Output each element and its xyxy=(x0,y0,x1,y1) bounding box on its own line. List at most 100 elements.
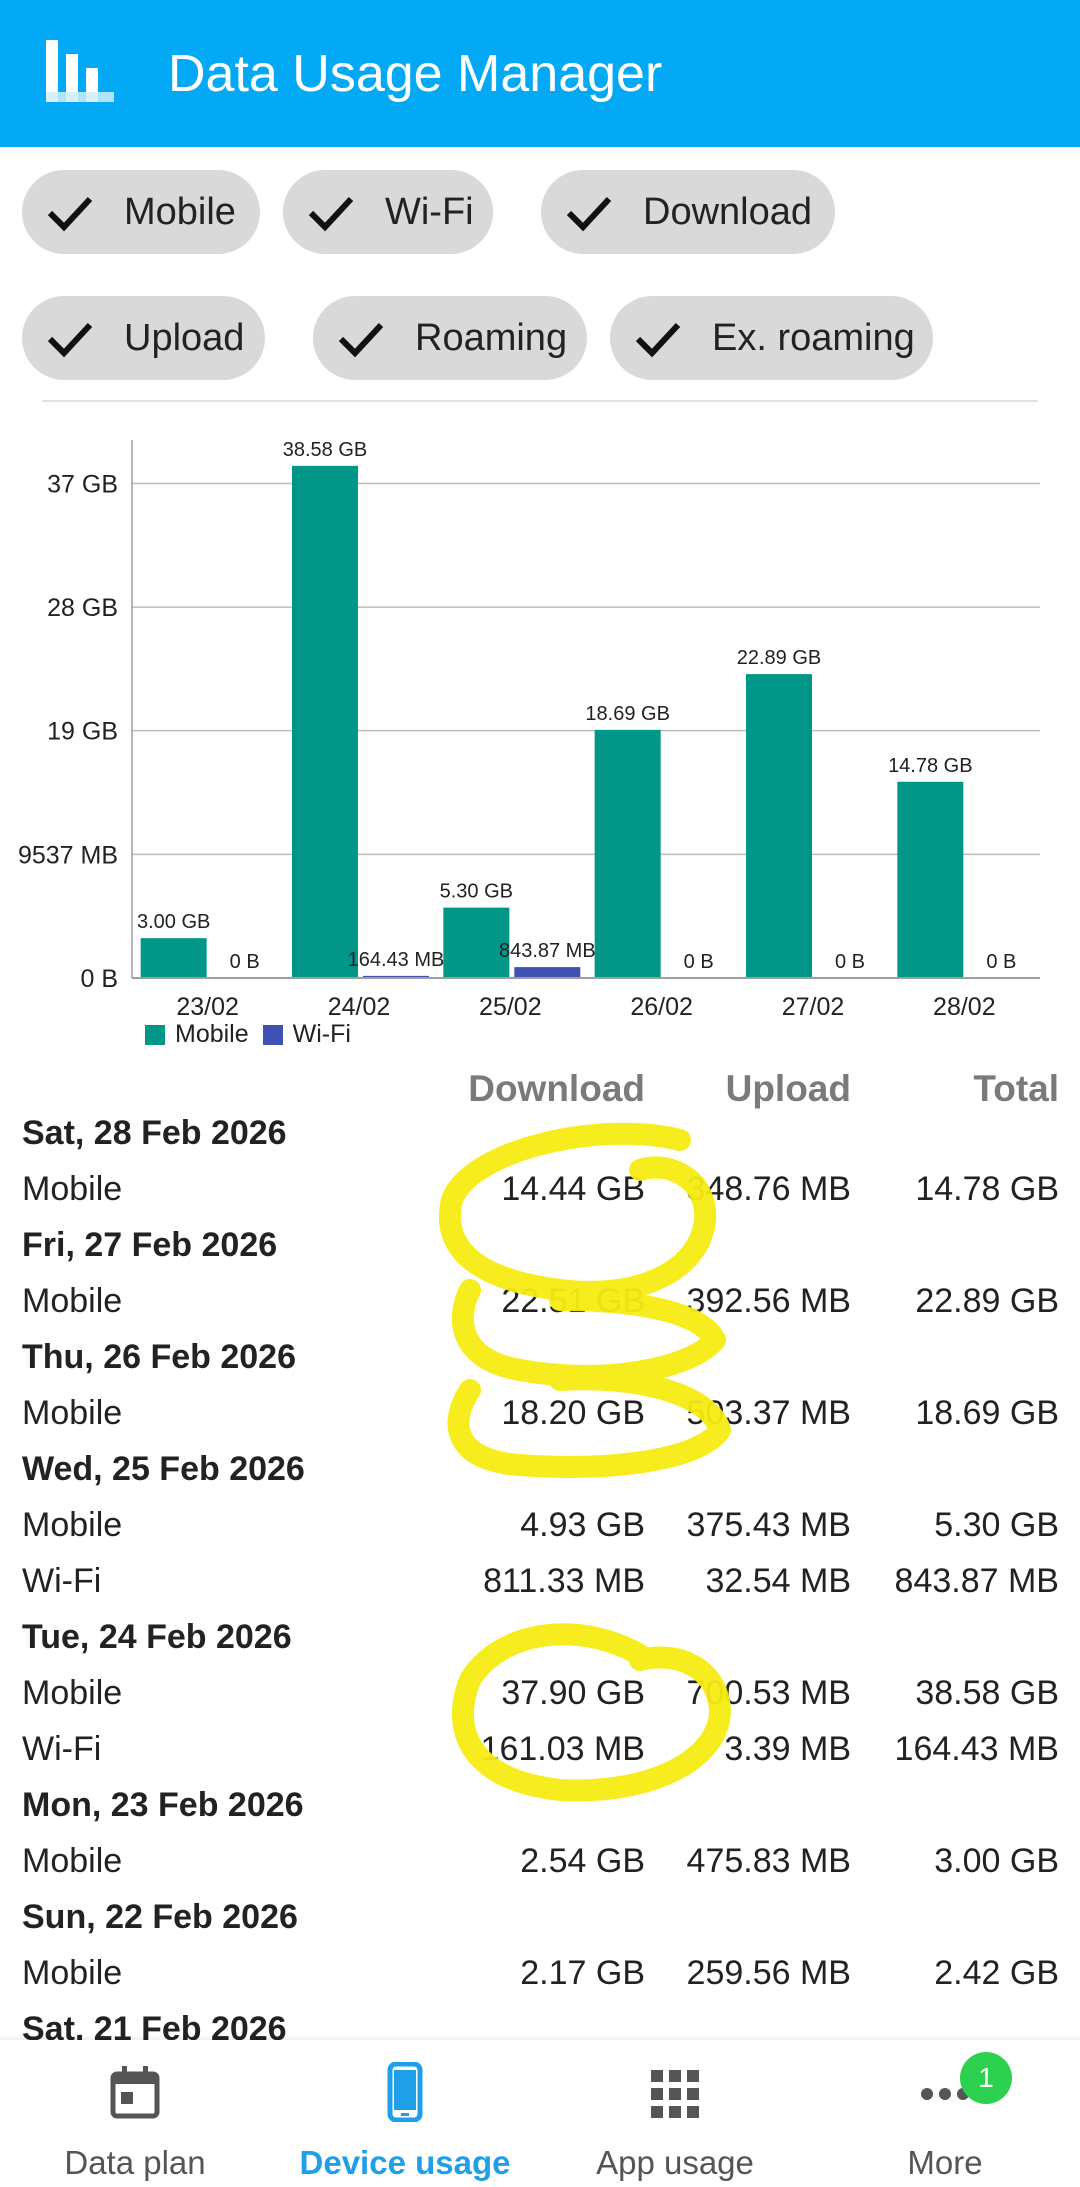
calendar-icon xyxy=(110,2066,160,2119)
usage-table[interactable]: Download Upload Total Sat, 28 Feb 2026 Mo… xyxy=(0,1062,1080,2042)
filter-chip-label: Mobile xyxy=(124,190,236,233)
network-type-cell: Wi-Fi xyxy=(22,1562,102,1600)
table-date-row: Sat, 21 Feb 2026 xyxy=(0,2010,1080,2042)
filter-chip-download[interactable]: Download xyxy=(541,170,835,254)
filter-chip-wi-fi[interactable]: Wi-Fi xyxy=(283,170,493,254)
network-type-cell: Mobile xyxy=(22,1954,123,1992)
download-cell: 22.51 GB xyxy=(501,1282,645,1320)
upload-cell: 700.53 MB xyxy=(686,1674,851,1712)
table-row[interactable]: Wi-Fi 811.33 MB 32.54 MB 843.87 MB xyxy=(0,1562,1080,1618)
table-date-row: Tue, 24 Feb 2026 xyxy=(0,1618,1080,1674)
data-label: 0 B xyxy=(986,951,1016,973)
table-row[interactable]: Mobile 18.20 GB 503.37 MB 18.69 GB xyxy=(0,1394,1080,1450)
divider xyxy=(42,400,1038,402)
app-bar: Data Usage Manager xyxy=(0,0,1080,147)
upload-cell: 375.43 MB xyxy=(686,1506,851,1544)
table-row[interactable]: Mobile 4.93 GB 375.43 MB 5.30 GB xyxy=(0,1506,1080,1562)
network-type-cell: Mobile xyxy=(22,1394,123,1432)
download-cell: 18.20 GB xyxy=(501,1394,645,1432)
data-label: 5.30 GB xyxy=(440,881,513,903)
notification-badge: 1 xyxy=(960,2052,1012,2104)
y-tick-label: 28 GB xyxy=(47,594,118,622)
total-cell: 18.69 GB xyxy=(915,1394,1059,1432)
apps-grid-icon xyxy=(651,2070,699,2118)
table-row[interactable]: Wi-Fi 161.03 MB 3.39 MB 164.43 MB xyxy=(0,1730,1080,1786)
date-heading: Wed, 25 Feb 2026 xyxy=(22,1450,305,1488)
check-icon xyxy=(47,196,93,232)
data-label: 14.78 GB xyxy=(888,755,973,777)
x-tick-label: 25/02 xyxy=(479,993,542,1020)
upload-cell: 348.76 MB xyxy=(686,1170,851,1208)
total-cell: 843.87 MB xyxy=(894,1562,1059,1600)
filter-chip-roaming[interactable]: Roaming xyxy=(313,296,587,380)
bar-mobile-27-02 xyxy=(746,674,812,978)
table-row[interactable]: Mobile 14.44 GB 348.76 MB 14.78 GB xyxy=(0,1170,1080,1226)
date-heading: Thu, 26 Feb 2026 xyxy=(22,1338,296,1376)
x-tick-label: 28/02 xyxy=(933,993,996,1020)
data-label: 22.89 GB xyxy=(737,647,822,669)
legend-label-wifi: Wi-Fi xyxy=(292,1020,351,1048)
table-date-row: Thu, 26 Feb 2026 xyxy=(0,1338,1080,1394)
upload-cell: 475.83 MB xyxy=(686,1842,851,1880)
legend-swatch-mobile xyxy=(145,1024,165,1045)
nav-item-data-plan[interactable]: Data plan xyxy=(0,2040,270,2187)
check-icon xyxy=(566,196,612,232)
column-header-upload: Upload xyxy=(725,1068,851,1109)
y-tick-label: 0 B xyxy=(80,965,118,993)
data-label: 3.00 GB xyxy=(137,911,210,933)
app-title: Data Usage Manager xyxy=(168,45,663,103)
date-heading: Tue, 24 Feb 2026 xyxy=(22,1618,292,1656)
network-type-cell: Mobile xyxy=(22,1170,123,1208)
download-cell: 14.44 GB xyxy=(501,1170,645,1208)
y-tick-label: 9537 MB xyxy=(18,841,118,869)
filter-chip-label: Ex. roaming xyxy=(712,316,915,359)
upload-cell: 392.56 MB xyxy=(686,1282,851,1320)
x-tick-label: 27/02 xyxy=(782,993,845,1020)
column-header-download: Download xyxy=(468,1068,645,1109)
x-tick-label: 23/02 xyxy=(176,993,239,1020)
table-row[interactable]: Mobile 37.90 GB 700.53 MB 38.58 GB xyxy=(0,1674,1080,1730)
usage-bar-chart: 0 B 9537 MB 19 GB 28 GB 37 GB 3.00 GB 0 B 23/02… xyxy=(18,439,1040,1020)
filter-chip-mobile[interactable]: Mobile xyxy=(22,170,260,254)
download-cell: 37.90 GB xyxy=(501,1674,645,1712)
column-header-total: Total xyxy=(973,1068,1059,1109)
bottom-navigation: Data plan Device usage App usage 1 More xyxy=(0,2040,1080,2187)
table-date-row: Sun, 22 Feb 2026 xyxy=(0,1898,1080,1954)
table-date-row: Mon, 23 Feb 2026 xyxy=(0,1786,1080,1842)
chart-legend: Mobile Wi-Fi xyxy=(145,1020,365,1049)
data-label: 0 B xyxy=(230,951,260,973)
date-heading: Sun, 22 Feb 2026 xyxy=(22,1898,298,1936)
nav-item-more[interactable]: 1 More xyxy=(810,2040,1080,2187)
total-cell: 38.58 GB xyxy=(915,1674,1059,1712)
table-row[interactable]: Mobile 22.51 GB 392.56 MB 22.89 GB xyxy=(0,1282,1080,1338)
network-type-cell: Mobile xyxy=(22,1674,123,1712)
nav-label-more: More xyxy=(907,2144,983,2181)
download-cell: 4.93 GB xyxy=(520,1506,645,1544)
table-row[interactable]: Mobile 2.17 GB 259.56 MB 2.42 GB xyxy=(0,1954,1080,2010)
legend-label-mobile: Mobile xyxy=(175,1020,249,1048)
filter-chip-label: Upload xyxy=(124,316,245,359)
bar-mobile-23-02 xyxy=(140,938,207,978)
data-label: 18.69 GB xyxy=(585,703,670,725)
table-date-row: Sat, 28 Feb 2026 xyxy=(0,1114,1080,1170)
nav-item-device-usage[interactable]: Device usage xyxy=(270,2040,540,2187)
download-cell: 2.54 GB xyxy=(520,1842,645,1880)
filter-chip-label: Download xyxy=(643,190,812,233)
nav-item-app-usage[interactable]: App usage xyxy=(540,2040,810,2187)
nav-label-data-plan: Data plan xyxy=(64,2144,206,2181)
data-label: 0 B xyxy=(684,951,714,973)
total-cell: 14.78 GB xyxy=(915,1170,1059,1208)
network-type-cell: Wi-Fi xyxy=(22,1730,102,1768)
legend-item-wifi: Wi-Fi xyxy=(262,1020,351,1049)
network-type-cell: Mobile xyxy=(22,1506,123,1544)
network-type-cell: Mobile xyxy=(22,1282,123,1320)
download-cell: 161.03 MB xyxy=(480,1730,645,1768)
upload-cell: 503.37 MB xyxy=(686,1394,851,1432)
data-label: 0 B xyxy=(835,951,865,973)
filter-chip-upload[interactable]: Upload xyxy=(22,296,265,380)
legend-swatch-wifi xyxy=(262,1024,283,1045)
x-tick-label: 26/02 xyxy=(630,993,693,1020)
nav-label-app-usage: App usage xyxy=(596,2144,754,2181)
table-row[interactable]: Mobile 2.54 GB 475.83 MB 3.00 GB xyxy=(0,1842,1080,1898)
filter-chip-ex-roaming[interactable]: Ex. roaming xyxy=(610,296,933,380)
